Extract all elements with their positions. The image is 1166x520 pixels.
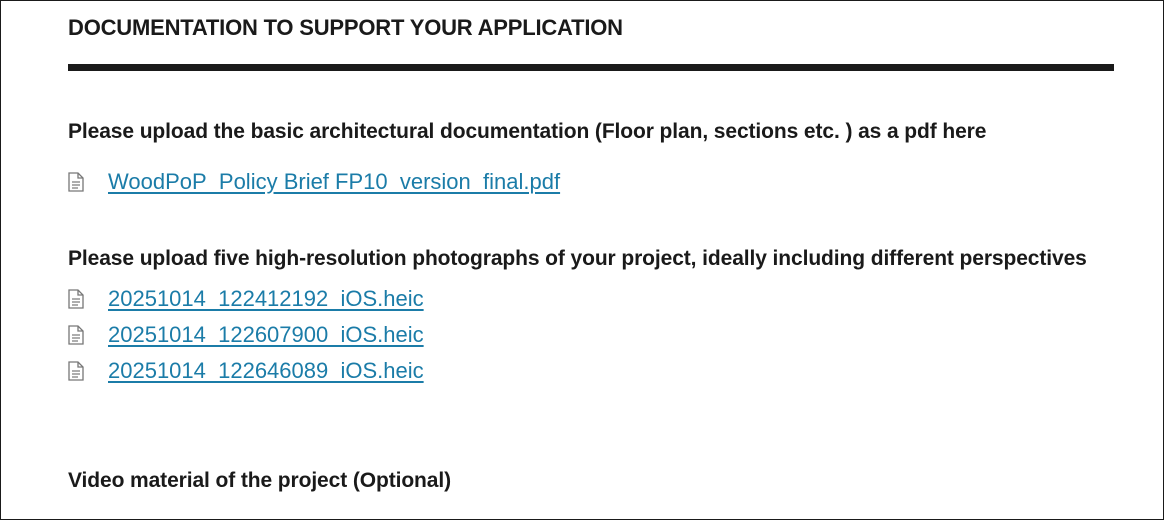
photographs-label: Please upload five high-resolution photo…	[68, 247, 1087, 270]
file-link[interactable]: WoodPoP_Policy Brief FP10_version_final.…	[108, 169, 560, 195]
architectural-docs-file-list: WoodPoP_Policy Brief FP10_version_final.…	[68, 164, 1114, 200]
section-divider	[68, 64, 1114, 71]
file-link[interactable]: 20251014_122646089_iOS.heic	[108, 358, 424, 384]
file-link[interactable]: 20251014_122412192_iOS.heic	[108, 286, 424, 312]
file-item: 20251014_122646089_iOS.heic	[68, 353, 1114, 389]
file-link[interactable]: 20251014_122607900_iOS.heic	[108, 322, 424, 348]
architectural-docs-label: Please upload the basic architectural do…	[68, 120, 987, 143]
file-item: 20251014_122412192_iOS.heic	[68, 281, 1114, 317]
photographs-file-list: 20251014_122412192_iOS.heic 20251014_122…	[68, 281, 1114, 389]
file-item: WoodPoP_Policy Brief FP10_version_final.…	[68, 164, 1114, 200]
file-icon	[68, 361, 84, 381]
file-item: 20251014_122607900_iOS.heic	[68, 317, 1114, 353]
file-icon	[68, 289, 84, 309]
architectural-docs-field: Please upload the basic architectural do…	[68, 118, 1114, 200]
file-icon	[68, 172, 84, 192]
video-material-field: Video material of the project (Optional)	[68, 467, 1114, 495]
video-material-label: Video material of the project (Optional)	[68, 469, 451, 492]
file-icon	[68, 325, 84, 345]
section-title: DOCUMENTATION TO SUPPORT YOUR APPLICATIO…	[68, 15, 623, 40]
photographs-field: Please upload five high-resolution photo…	[68, 245, 1114, 389]
